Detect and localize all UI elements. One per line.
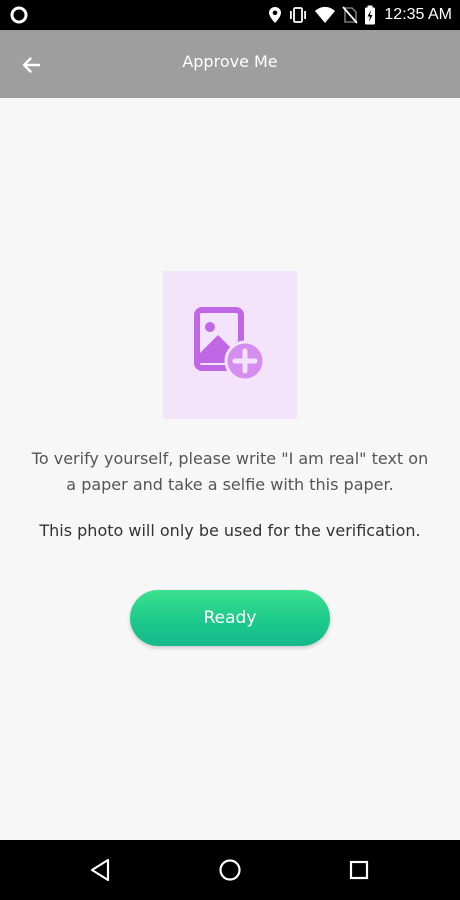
wifi-icon <box>315 6 336 23</box>
location-icon <box>269 7 282 23</box>
ready-button[interactable]: Ready <box>130 590 330 646</box>
privacy-note: This photo will only be used for the ver… <box>39 521 421 540</box>
main-content: To verify yourself, please write "I am r… <box>0 98 460 840</box>
app-bar: Approve Me <box>0 30 460 98</box>
recents-square-icon <box>349 860 369 880</box>
vibrate-icon <box>290 7 307 23</box>
navigation-bar <box>0 840 460 900</box>
battery-charging-icon <box>365 5 376 25</box>
nav-home-button[interactable] <box>214 854 246 886</box>
status-icons: 12:35 AM <box>268 4 452 26</box>
clock: 12:35 AM <box>384 6 452 23</box>
page-title: Approve Me <box>182 52 278 71</box>
add-photo-icon <box>194 307 266 382</box>
nav-recents-button[interactable] <box>343 854 375 886</box>
photo-upload-area[interactable] <box>163 271 297 419</box>
circle-notification-icon <box>10 6 28 24</box>
instruction-text: To verify yourself, please write "I am r… <box>31 449 429 494</box>
home-circle-icon <box>219 859 241 881</box>
nav-back-button[interactable] <box>84 854 116 886</box>
no-sim-icon <box>342 6 359 24</box>
back-triangle-icon <box>90 858 110 882</box>
status-bar: 12:35 AM <box>0 0 460 30</box>
